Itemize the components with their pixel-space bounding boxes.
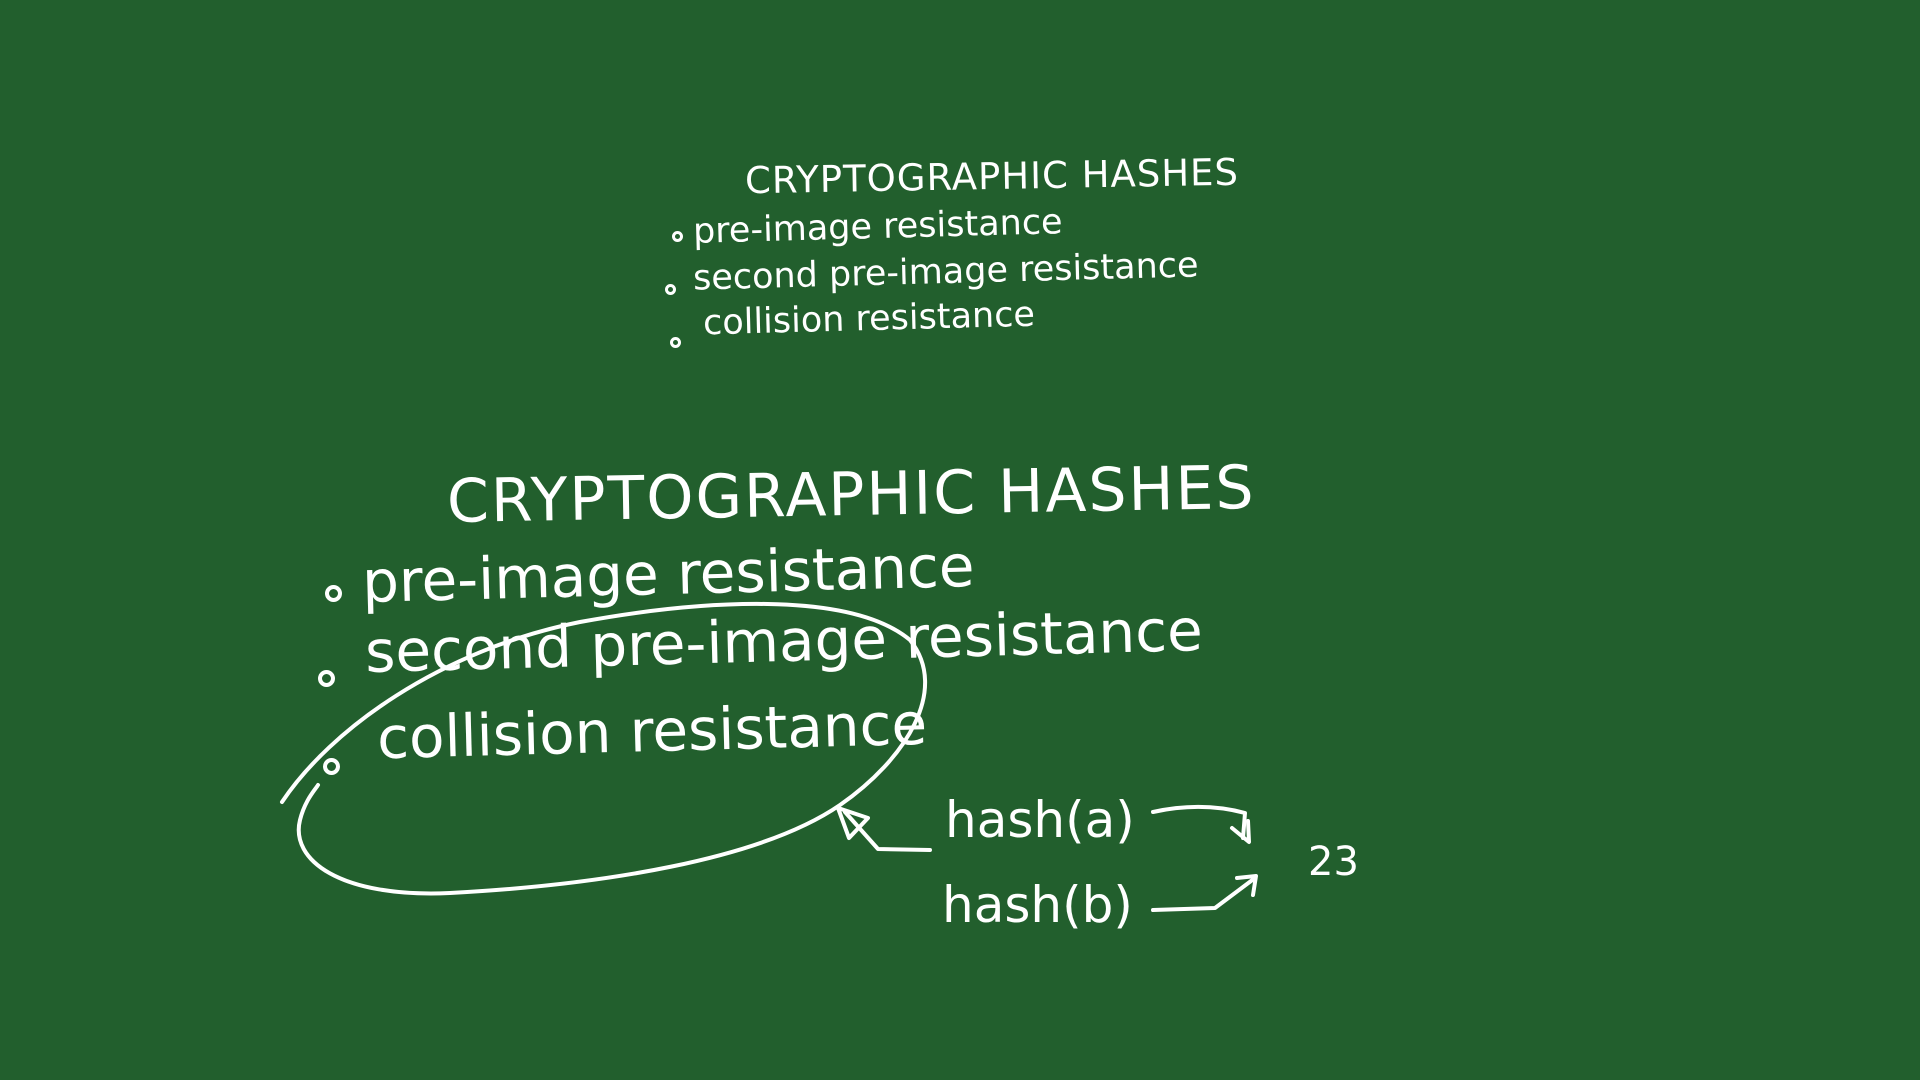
hash-a-arrow-head	[1230, 819, 1251, 844]
hash-b-arrow	[1151, 876, 1257, 912]
chalk-drawings	[280, 601, 1258, 912]
chalkboard: CRYPTOGRAPHIC HASHES pre-image resistanc…	[0, 0, 1920, 1080]
hash-a-arrow	[1151, 804, 1247, 840]
circle-around-collision-resistance	[280, 601, 928, 896]
